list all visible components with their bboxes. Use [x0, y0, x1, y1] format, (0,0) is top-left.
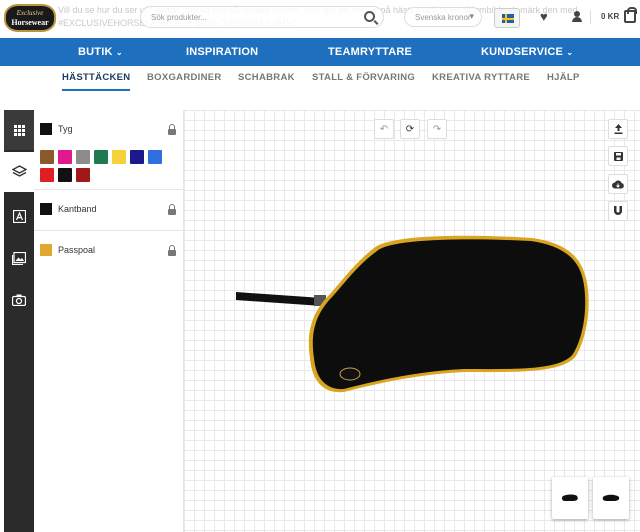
- lock-icon[interactable]: [168, 124, 176, 135]
- color-chip-red[interactable]: [40, 168, 54, 182]
- image-icon: [12, 251, 26, 265]
- designer-toolbar: [4, 110, 34, 532]
- layers-button[interactable]: [4, 152, 34, 192]
- grid-icon: [13, 124, 25, 136]
- layer-row-passpoal[interactable]: Passpoal: [34, 231, 184, 271]
- header-divider: [590, 10, 591, 24]
- tab-schabrak[interactable]: SCHABRAK: [238, 72, 295, 83]
- download-button[interactable]: [608, 174, 628, 194]
- category-nav: HÄSTTÄCKEN BOXGARDINER SCHABRAK STALL & …: [0, 66, 640, 98]
- color-chip-black[interactable]: [58, 168, 72, 182]
- snap-button[interactable]: [608, 201, 628, 221]
- nav-item-teamryttare[interactable]: TEAMRYTTARE: [328, 46, 412, 58]
- save-button[interactable]: [608, 146, 628, 166]
- reset-button[interactable]: ⟳: [400, 119, 420, 139]
- products-grid-button[interactable]: [4, 110, 34, 150]
- shopping-bag-icon[interactable]: [624, 7, 637, 23]
- layer-label: Kantband: [58, 204, 97, 214]
- magnet-icon: [614, 206, 622, 215]
- upload-button[interactable]: [608, 119, 628, 139]
- rug-logo-icon: [339, 367, 361, 381]
- add-text-button[interactable]: [4, 196, 34, 236]
- currency-select[interactable]: Svenska kronor: [404, 7, 482, 27]
- layer-color-swatch[interactable]: [40, 203, 52, 215]
- color-chip-brown[interactable]: [40, 150, 54, 164]
- color-chip-grey[interactable]: [76, 150, 90, 164]
- save-icon: [613, 151, 623, 161]
- redo-button[interactable]: ↷: [427, 119, 447, 139]
- view-thumbnail-side[interactable]: [552, 477, 588, 519]
- layer-label: Tyg: [58, 124, 73, 134]
- search-icon[interactable]: [364, 11, 375, 22]
- color-chip-yellow[interactable]: [112, 150, 126, 164]
- camera-button[interactable]: [4, 280, 34, 320]
- color-chip-blue[interactable]: [148, 150, 162, 164]
- color-chip-green[interactable]: [94, 150, 108, 164]
- rug-back-icon: [602, 494, 620, 501]
- brand-logo[interactable]: Exclusive Horsewear: [4, 4, 56, 32]
- language-button[interactable]: [494, 8, 520, 28]
- account-user-icon[interactable]: [571, 11, 583, 23]
- tab-kreativa-ryttare[interactable]: KREATIVA RYTTARE: [432, 72, 530, 83]
- undo-icon: ↶: [379, 123, 389, 135]
- reset-icon: ⟳: [405, 123, 415, 135]
- undo-button[interactable]: ↶: [374, 119, 394, 139]
- layer-color-swatch[interactable]: [40, 244, 52, 256]
- nav-item-butik[interactable]: BUTIK ⌄: [78, 46, 123, 58]
- cloud-download-icon: [612, 180, 624, 188]
- layer-row-tyg[interactable]: Tyg: [34, 110, 184, 190]
- wishlist-heart-icon[interactable]: ♥: [540, 9, 548, 24]
- camera-icon: [12, 294, 26, 306]
- logo-line1: Exclusive: [16, 9, 44, 17]
- nav-item-inspiration[interactable]: INSPIRATION: [186, 46, 258, 58]
- text-icon: [12, 209, 26, 223]
- chevron-down-icon: ⌄: [115, 48, 123, 57]
- layer-label: Passpoal: [58, 245, 96, 255]
- swedish-flag-icon: [502, 14, 514, 23]
- search-input[interactable]: Sök produkter...: [140, 6, 384, 28]
- cart-total[interactable]: 0 KR: [601, 12, 619, 21]
- lock-icon[interactable]: [168, 245, 176, 256]
- layers-icon: [11, 165, 27, 177]
- color-chip-navy[interactable]: [130, 150, 144, 164]
- rug-chest-strap: [236, 292, 322, 306]
- add-image-button[interactable]: [4, 238, 34, 278]
- nav-item-kundservice[interactable]: KUNDSERVICE ⌄: [481, 46, 573, 58]
- layer-panel: Tyg Kantband Passpoal: [34, 110, 184, 532]
- layer-row-kantband[interactable]: Kantband: [34, 190, 184, 230]
- layer-color-swatch[interactable]: [40, 123, 52, 135]
- color-chip-pink[interactable]: [58, 150, 72, 164]
- view-thumbnail-back[interactable]: [593, 477, 629, 519]
- tab-hjalp[interactable]: HJÄLP: [547, 72, 580, 83]
- top-bar: Vill du se hur du ser ut? Ladda upp en b…: [0, 0, 640, 38]
- main-nav: BUTIK ⌄ INSPIRATION TEAMRYTTARE KUNDSERV…: [0, 38, 640, 66]
- currency-selected: Svenska kronor: [415, 13, 471, 22]
- horse-rug-product[interactable]: [232, 232, 594, 398]
- lock-icon[interactable]: [168, 204, 176, 215]
- tab-stall-forvaring[interactable]: STALL & FÖRVARING: [312, 72, 415, 83]
- color-chip-dark-red[interactable]: [76, 168, 90, 182]
- chevron-down-icon: ⌄: [566, 48, 574, 57]
- active-tab-indicator: [62, 89, 130, 91]
- upload-icon: [614, 124, 622, 134]
- logo-line2: Horsewear: [11, 18, 49, 27]
- tab-boxgardiner[interactable]: BOXGARDINER: [147, 72, 222, 83]
- tab-hasttacken[interactable]: HÄSTTÄCKEN: [62, 72, 130, 83]
- search-placeholder: Sök produkter...: [151, 13, 208, 22]
- rug-side-icon: [561, 494, 578, 501]
- redo-icon: ↷: [432, 123, 442, 135]
